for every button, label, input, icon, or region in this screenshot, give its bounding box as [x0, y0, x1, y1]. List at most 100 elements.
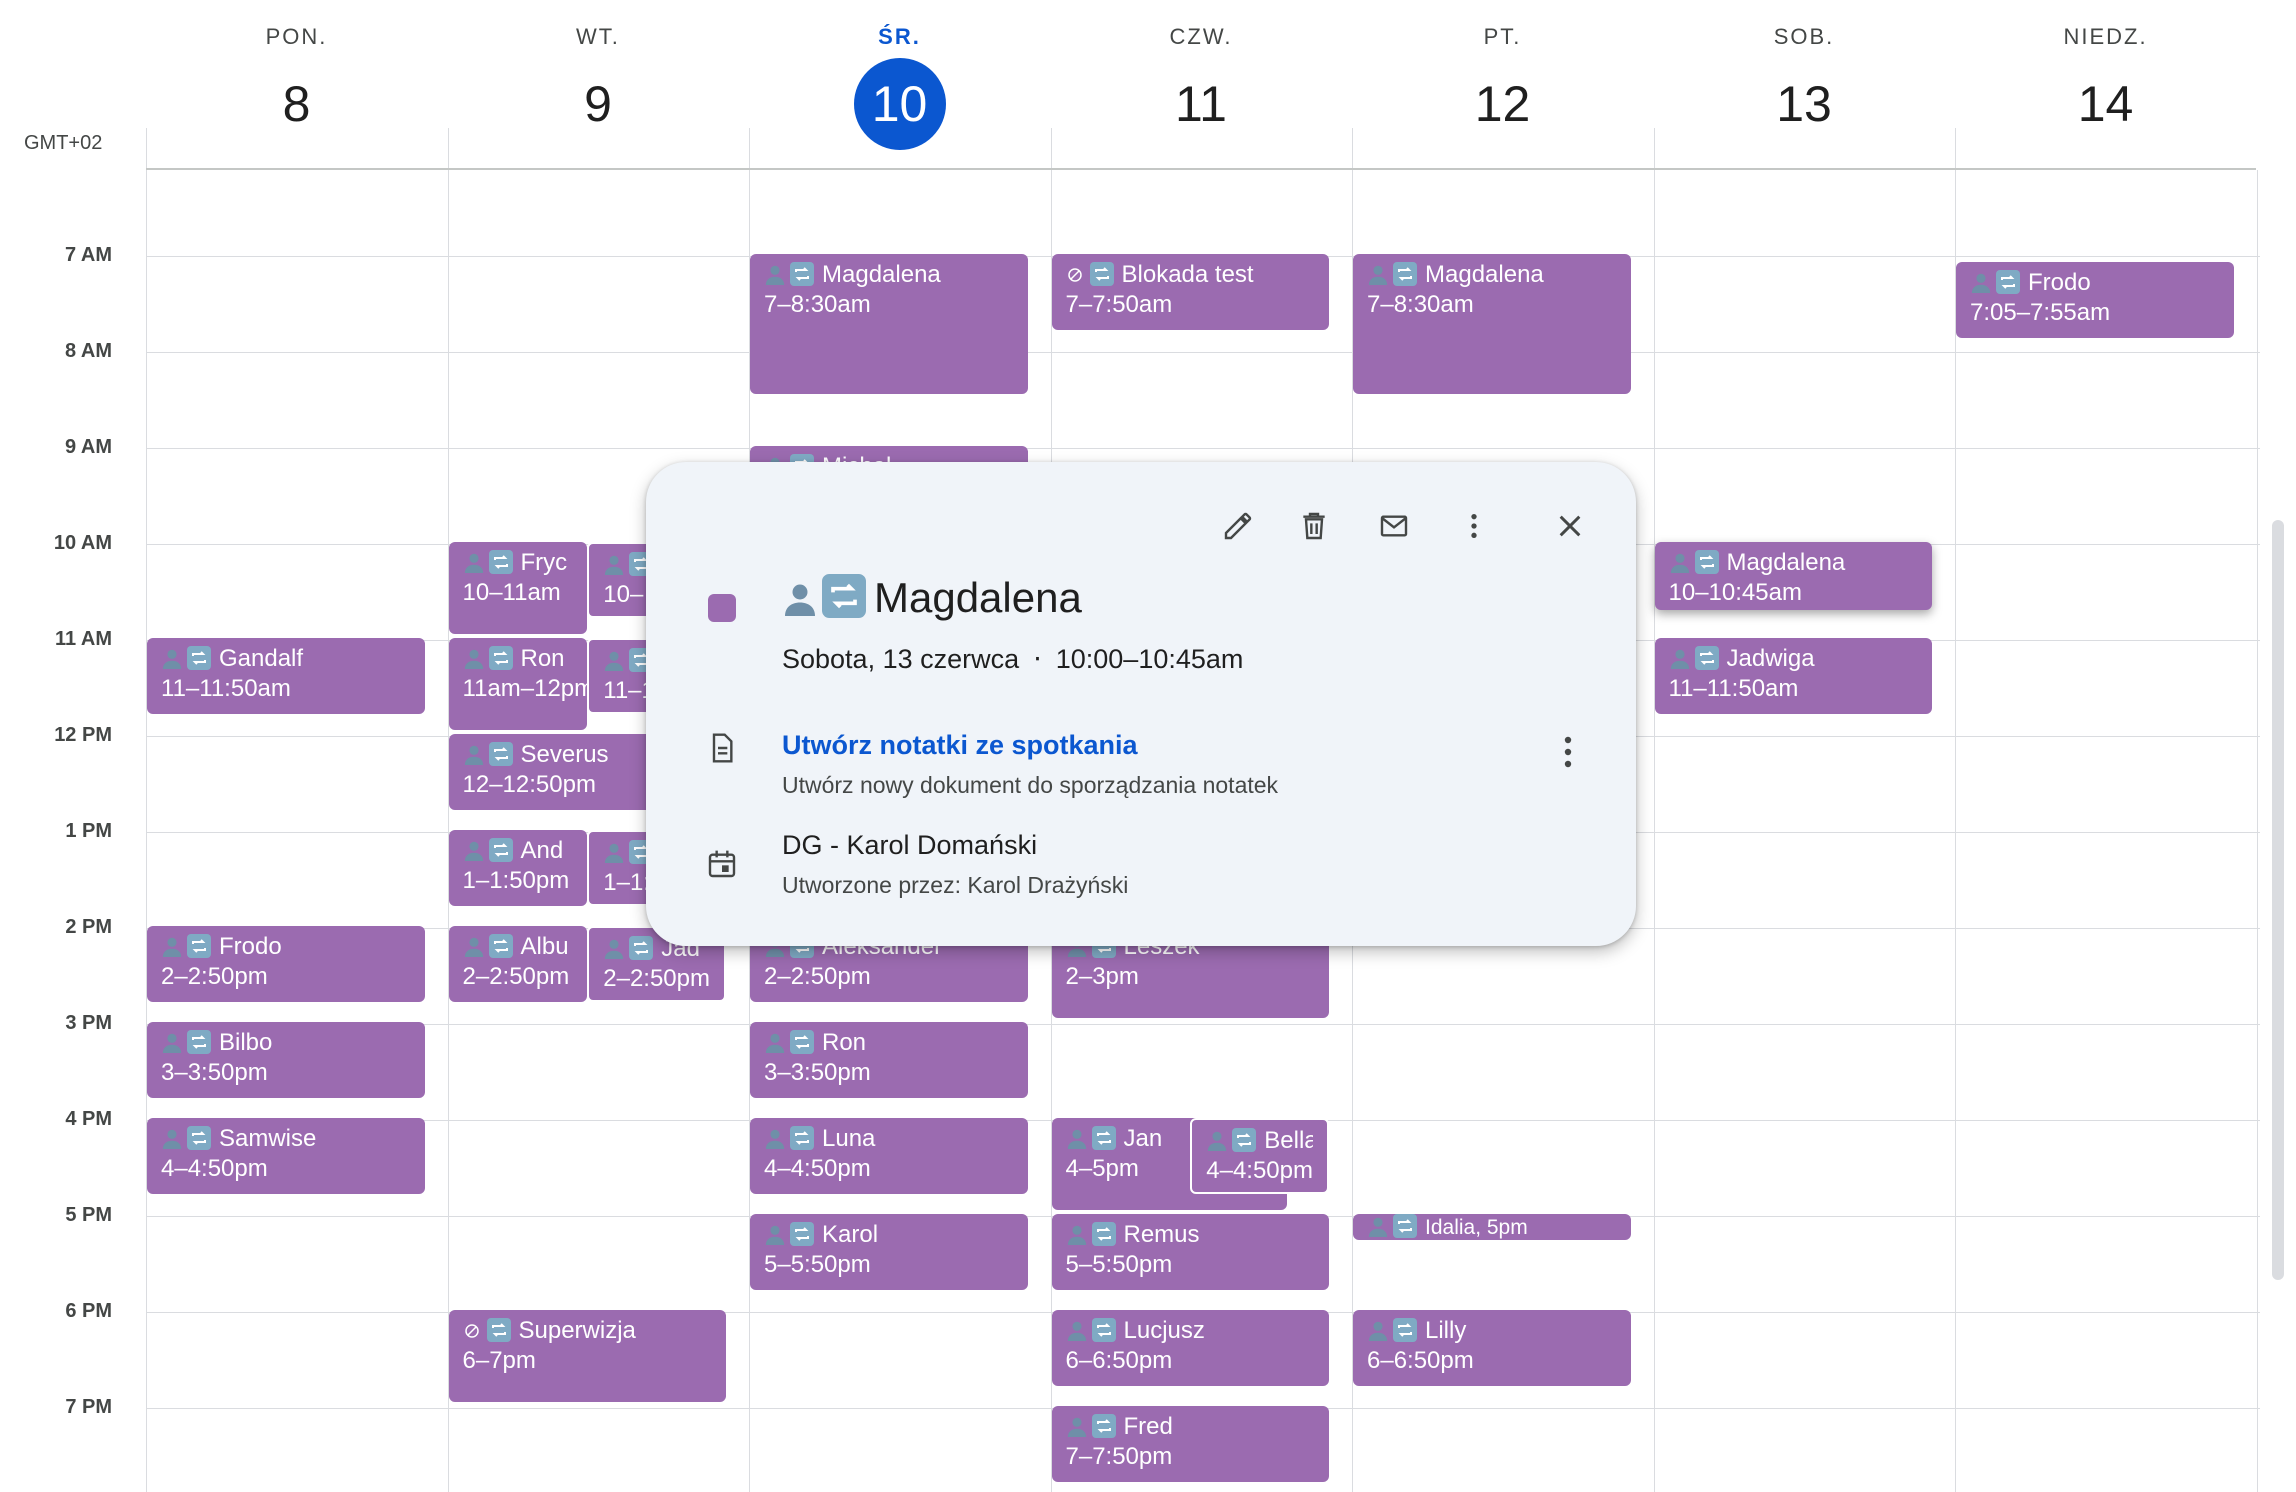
repeat-icon: [187, 646, 211, 670]
repeat-icon: [1393, 1214, 1417, 1238]
header-column-divider: [1050, 128, 1052, 170]
calendar-event[interactable]: Frodo 2–2:50pm: [147, 926, 425, 1002]
hour-label: 4 PM: [65, 1108, 112, 1130]
scrollbar[interactable]: [2272, 520, 2284, 1280]
event-title-text: Bella: [1264, 1127, 1313, 1154]
event-time: 7–8:30am: [764, 291, 871, 318]
calendar-event[interactable]: Lucjusz 6–6:50pm: [1051, 1310, 1329, 1386]
calendar-event[interactable]: Frodo 7:05–7:55am: [1956, 261, 2234, 339]
calendar-event[interactable]: Idalia, 5pm: [1353, 1214, 1631, 1240]
header-column-divider: [1653, 128, 1655, 170]
event-datetime: Sobota, 13 czerwca ⋅ 10:00–10:45am: [782, 644, 1243, 675]
calendar-app: PON. 8 WT. 9 ŚR. 10 CZW. 11 PT. 12 SOB. 13 NIEDZ. 14 …: [0, 0, 2296, 1492]
calendar-event[interactable]: Superwizja 6–7pm: [448, 1310, 726, 1402]
event-time: 10–10:45am: [1668, 579, 1802, 606]
email-guests-button[interactable]: [1366, 498, 1422, 554]
day-number[interactable]: 11: [1155, 58, 1247, 150]
edit-button[interactable]: [1210, 498, 1266, 554]
event-title-text: Severus: [520, 741, 609, 768]
day-name: PON.: [265, 24, 328, 49]
day-number[interactable]: 13: [1758, 58, 1850, 150]
day-number[interactable]: 9: [552, 58, 644, 150]
person-icon: [1368, 1321, 1388, 1341]
person-icon: [1067, 1321, 1086, 1341]
calendar-event[interactable]: Karol 5–5:50pm: [750, 1214, 1028, 1290]
blocked-icon: [464, 1324, 479, 1338]
calendar-event[interactable]: Magdalena 7–8:30am: [750, 254, 1028, 394]
delete-button[interactable]: [1286, 498, 1342, 554]
day-column-divider: [1955, 170, 1956, 1492]
calendar-event[interactable]: Lilly 6–6:50pm: [1353, 1310, 1631, 1386]
calendar-event[interactable]: Ron 11am–12pm: [448, 638, 588, 730]
calendar-event[interactable]: Fryc 10–11am: [448, 542, 588, 634]
day-header-9[interactable]: WT. 9: [448, 0, 749, 170]
event-title: Lilly: [1367, 1316, 1617, 1346]
event-title-text: Magdalena: [1726, 549, 1846, 576]
event-title: Magdalena: [1669, 548, 1919, 578]
day-header-8[interactable]: PON. 8: [146, 0, 447, 170]
close-button[interactable]: [1542, 498, 1598, 554]
calendar-creator: Utworzone przez: Karol Drażyński: [782, 872, 1129, 898]
event-title: Idalia, 5pm: [1367, 1214, 1617, 1240]
hour-label: 1 PM: [65, 820, 112, 842]
calendar-event[interactable]: Bella 4–4:50pm: [1190, 1118, 1329, 1194]
repeat-icon: [488, 934, 513, 958]
day-header-10[interactable]: ŚR. 10: [749, 0, 1050, 170]
person-icon: [162, 937, 182, 957]
create-meeting-notes-link[interactable]: Utwórz notatki ze spotkania: [782, 730, 1138, 761]
person-icon: [1067, 1225, 1086, 1245]
calendar-event[interactable]: Remus 5–5:50pm: [1051, 1214, 1329, 1290]
calendar-icon: [708, 850, 736, 878]
calendar-event[interactable]: Magdalena 7–8:30am: [1353, 254, 1631, 394]
person-icon: [464, 937, 483, 957]
person-icon: [1208, 1131, 1227, 1151]
day-number[interactable]: 10: [853, 58, 946, 150]
hour-label: 5 PM: [65, 1204, 112, 1226]
day-number[interactable]: 12: [1457, 58, 1549, 150]
event-title-text: Samwise: [219, 1125, 317, 1152]
hour-label: 10 AM: [53, 532, 112, 554]
calendar-event[interactable]: Gandalf 11–11:50am: [147, 638, 425, 714]
event-title-text: Albu: [520, 933, 569, 960]
calendar-event[interactable]: Luna 4–4:50pm: [750, 1118, 1028, 1194]
more-options-button[interactable]: [1446, 498, 1502, 554]
repeat-icon: [187, 1030, 211, 1054]
repeat-icon: [1091, 1414, 1116, 1438]
person-icon: [1670, 649, 1689, 669]
day-name: ŚR.: [878, 24, 921, 49]
hour-gridline: [146, 352, 2260, 353]
calendar-event[interactable]: Albu 2–2:50pm: [448, 926, 588, 1002]
event-title-text: Lucjusz: [1123, 1317, 1205, 1344]
event-title: Luna: [764, 1124, 1014, 1154]
person-icon: [464, 841, 483, 861]
day-header-12[interactable]: PT. 12: [1352, 0, 1653, 170]
day-header-13[interactable]: SOB. 13: [1654, 0, 1955, 170]
day-header-11[interactable]: CZW. 11: [1051, 0, 1352, 170]
notes-more-button[interactable]: [1544, 728, 1592, 776]
calendar-event[interactable]: Magdalena 10–10:45am: [1654, 542, 1932, 610]
repeat-icon: [629, 936, 654, 960]
repeat-icon: [1091, 1318, 1116, 1342]
separator-dot: ⋅: [1033, 644, 1042, 674]
calendar-event[interactable]: And 1–1:50pm: [448, 830, 588, 906]
repeat-icon: [822, 574, 866, 618]
calendar-event[interactable]: Bilbo 3–3:50pm: [147, 1022, 425, 1098]
calendar-event[interactable]: Blokada test 7–7:50am: [1051, 254, 1329, 330]
person-icon: [464, 553, 483, 573]
event-time: 10–11am: [462, 579, 561, 606]
hour-label: 6 PM: [65, 1300, 112, 1322]
hour-label: 3 PM: [65, 1012, 112, 1034]
event-title-text: Frodo: [2028, 268, 2091, 296]
person-icon: [1067, 1417, 1086, 1437]
calendar-event[interactable]: Fred 7–7:50pm: [1051, 1406, 1329, 1482]
repeat-icon: [488, 550, 513, 574]
calendar-event[interactable]: Jadwiga 11–11:50am: [1654, 638, 1932, 714]
person-icon: [1368, 265, 1388, 285]
day-header-14[interactable]: NIEDZ. 14: [1955, 0, 2256, 170]
day-number[interactable]: 14: [2060, 58, 2152, 150]
calendar-event[interactable]: Samwise 4–4:50pm: [147, 1118, 425, 1194]
event-title-text: Magdalena: [1425, 261, 1544, 288]
hour-label: 7 AM: [64, 244, 112, 266]
calendar-event[interactable]: Ron 3–3:50pm: [750, 1022, 1028, 1098]
day-number[interactable]: 8: [251, 58, 343, 150]
